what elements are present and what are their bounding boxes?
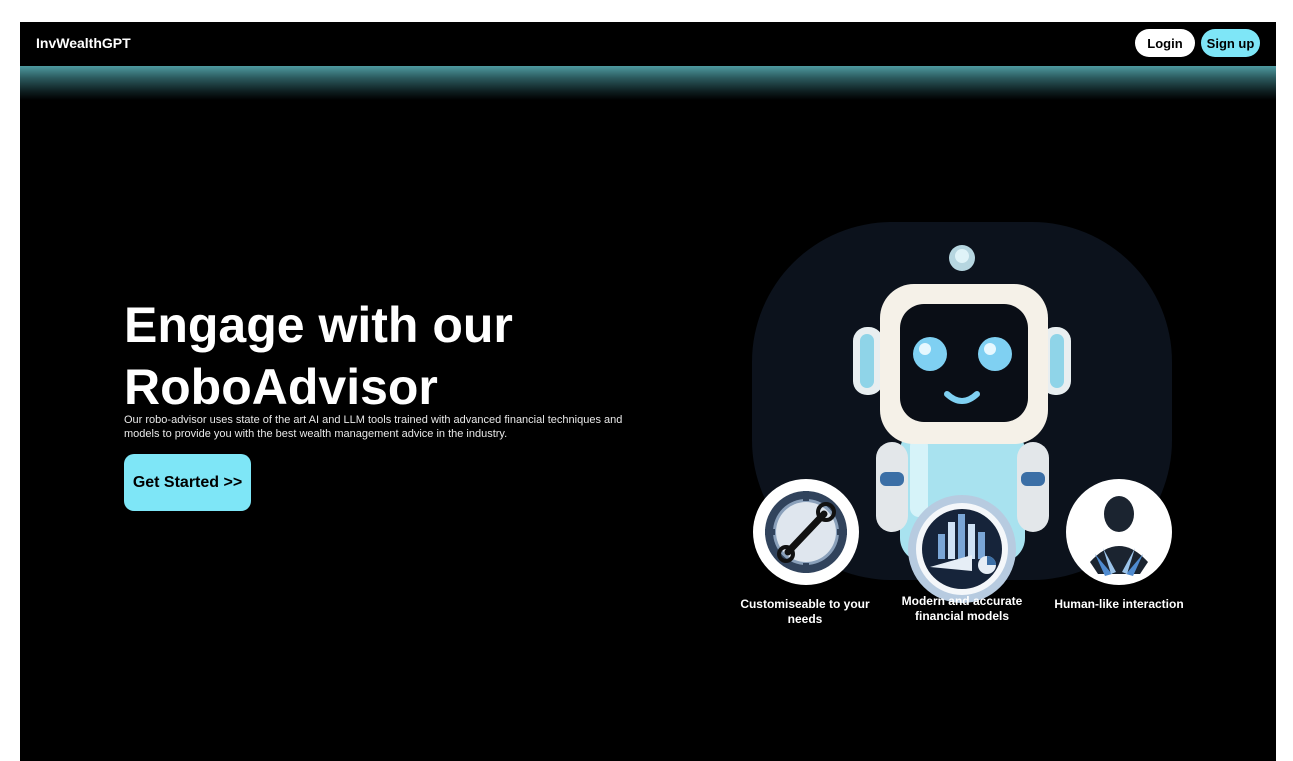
feature-label-customiseable: Customiseable to your needs: [740, 597, 870, 626]
financial-chart-icon: [908, 495, 1016, 603]
person-icon: [1066, 479, 1172, 585]
hero-description: Our robo-advisor uses state of the art A…: [124, 414, 623, 440]
feature-label-financial-models: Modern and accurate financial models: [901, 594, 1023, 623]
get-started-button[interactable]: Get Started >>: [124, 454, 251, 511]
navbar: InvWealthGPT Login Sign up: [20, 22, 1276, 66]
login-button[interactable]: Login: [1135, 29, 1195, 57]
brand-logo[interactable]: InvWealthGPT: [36, 35, 131, 51]
signup-button[interactable]: Sign up: [1201, 29, 1260, 57]
header-glow-divider: [20, 66, 1276, 100]
gear-wrench-icon: [753, 479, 859, 585]
page-frame: InvWealthGPT Login Sign up Engage with o…: [20, 22, 1276, 761]
feature-label-human-like: Human-like interaction: [1054, 597, 1184, 611]
hero-title: Engage with our RoboAdvisor: [124, 297, 513, 415]
